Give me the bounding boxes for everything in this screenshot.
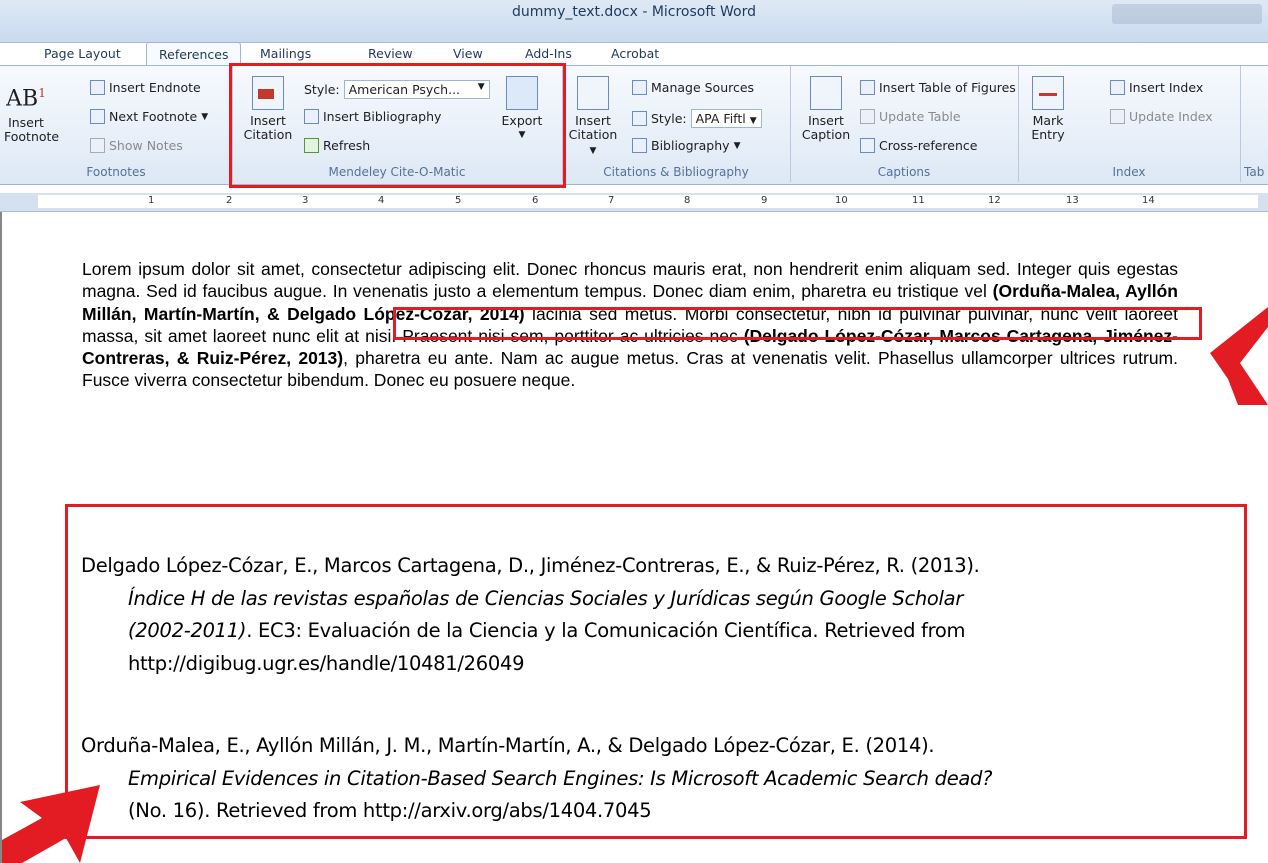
citation-style-dropdown[interactable]: APA Fiftl ▼ bbox=[690, 109, 762, 128]
title-bar: dummy_text.docx - Microsoft Word bbox=[0, 0, 1268, 43]
bibliography-highlight-box bbox=[65, 504, 1247, 839]
cross-reference-icon bbox=[860, 138, 875, 153]
insert-table-of-figures-label: Insert Table of Figures bbox=[879, 80, 1016, 95]
update-table-label: Update Table bbox=[879, 109, 961, 124]
window-controls[interactable] bbox=[1112, 4, 1262, 24]
mendeley-highlight-box bbox=[229, 63, 566, 188]
tab-review[interactable]: Review bbox=[368, 46, 413, 61]
tab-add-ins[interactable]: Add-Ins bbox=[525, 46, 572, 61]
tab-mailings[interactable]: Mailings bbox=[260, 46, 311, 61]
insert-footnote-label-2: Footnote bbox=[4, 129, 60, 144]
insert-endnote-label: Insert Endnote bbox=[109, 80, 201, 95]
endnote-icon bbox=[90, 80, 105, 95]
citations-group: Insert Citation ▼ Manage Sources Style: A… bbox=[562, 66, 791, 182]
mark-entry-label-1: Mark bbox=[1032, 113, 1064, 128]
footnote-ab-icon: AB1 bbox=[6, 86, 46, 112]
update-index-label: Update Index bbox=[1129, 109, 1213, 124]
bibliography-label: Bibliography bbox=[651, 138, 730, 153]
index-group-label: Index bbox=[1112, 165, 1146, 179]
citation-highlight-box bbox=[393, 307, 1202, 340]
ruler-number: 5 bbox=[455, 195, 462, 206]
cross-reference-button[interactable]: Cross-reference bbox=[860, 138, 977, 153]
tab-view[interactable]: View bbox=[453, 46, 483, 61]
ruler-number: 9 bbox=[761, 195, 768, 206]
next-footnote-label: Next Footnote bbox=[109, 109, 198, 124]
ruler-number: 7 bbox=[608, 195, 615, 206]
window-title: dummy_text.docx - Microsoft Word bbox=[512, 4, 756, 20]
chevron-down-icon: ▼ bbox=[749, 116, 757, 126]
ruler-number: 3 bbox=[302, 195, 309, 206]
cross-reference-label: Cross-reference bbox=[879, 138, 978, 153]
ruler-number: 2 bbox=[226, 195, 233, 206]
captions-group: Insert Caption Insert Table of Figures U… bbox=[790, 66, 1019, 182]
insert-footnote-label-1: Insert bbox=[8, 115, 44, 130]
insert-caption-button[interactable]: Insert Caption bbox=[798, 76, 854, 142]
citations-group-label: Citations & Bibliography bbox=[603, 165, 749, 179]
insert-citation-label-2: Citation bbox=[568, 127, 618, 142]
manage-sources-icon bbox=[632, 80, 647, 95]
ruler-number: 14 bbox=[1142, 195, 1155, 206]
mark-entry-button[interactable]: Mark Entry bbox=[1024, 76, 1072, 142]
insert-footnote-button[interactable]: AB1 Insert Footnote bbox=[4, 78, 60, 144]
show-notes-button[interactable]: Show Notes bbox=[90, 138, 183, 153]
table-of-figures-icon bbox=[860, 80, 875, 95]
insert-endnote-button[interactable]: Insert Endnote bbox=[90, 80, 201, 95]
tab-page-layout[interactable]: Page Layout bbox=[44, 46, 121, 61]
show-notes-label: Show Notes bbox=[109, 138, 183, 153]
chevron-down-icon: ▼ bbox=[201, 111, 209, 122]
tab-acrobat[interactable]: Acrobat bbox=[611, 46, 659, 61]
insert-citation-label-1: Insert bbox=[575, 113, 611, 128]
insert-index-label: Insert Index bbox=[1129, 80, 1204, 95]
chevron-down-icon: ▼ bbox=[733, 140, 741, 151]
insert-citation-button[interactable]: Insert Citation ▼ bbox=[566, 76, 620, 158]
bibliography-icon bbox=[632, 138, 647, 153]
ruler-number: 8 bbox=[684, 195, 691, 206]
insert-index-icon bbox=[1110, 80, 1125, 95]
citation-icon bbox=[577, 76, 609, 110]
style-icon bbox=[632, 111, 647, 126]
bibliography-button[interactable]: Bibliography ▼ bbox=[632, 138, 741, 153]
chevron-down-icon: ▼ bbox=[589, 146, 597, 156]
update-table-icon bbox=[860, 109, 875, 124]
ruler-number: 13 bbox=[1066, 195, 1079, 206]
update-index-icon bbox=[1110, 109, 1125, 124]
page-edge bbox=[0, 212, 2, 863]
ruler-number: 1 bbox=[148, 195, 155, 206]
horizontal-ruler: 1 2 3 4 5 6 7 8 9 10 11 12 13 14 bbox=[0, 193, 1268, 212]
index-group: Mark Entry Insert Index Update Index Ind… bbox=[1018, 66, 1241, 182]
red-arrow-icon bbox=[2, 785, 100, 863]
next-footnote-button[interactable]: Next Footnote ▼ bbox=[90, 109, 208, 124]
ruler-number: 12 bbox=[988, 195, 1001, 206]
footnotes-group: AB1 Insert Footnote Insert Endnote Next … bbox=[0, 66, 233, 182]
ruler-number: 11 bbox=[912, 195, 925, 206]
table-group-label: Tab bbox=[1244, 165, 1265, 179]
mark-entry-label-2: Entry bbox=[1031, 127, 1065, 142]
footnotes-group-label: Footnotes bbox=[86, 165, 146, 179]
update-table-button[interactable]: Update Table bbox=[860, 109, 961, 124]
ribbon-tabs: Page Layout References Mailings Review V… bbox=[0, 42, 1268, 68]
insert-caption-label-1: Insert bbox=[808, 113, 844, 128]
captions-group-label: Captions bbox=[877, 165, 931, 179]
update-index-button[interactable]: Update Index bbox=[1110, 109, 1213, 124]
ruler-number: 6 bbox=[532, 195, 539, 206]
citation-style-value: APA Fiftl bbox=[695, 111, 746, 126]
insert-index-button[interactable]: Insert Index bbox=[1110, 80, 1203, 95]
ruler-number: 4 bbox=[378, 195, 385, 206]
ruler-number: 10 bbox=[835, 195, 848, 206]
insert-caption-label-2: Caption bbox=[801, 127, 851, 142]
citation-style-label: Style: bbox=[651, 111, 687, 126]
red-arrow-icon bbox=[1210, 307, 1268, 405]
mark-entry-icon bbox=[1032, 76, 1064, 110]
ribbon: AB1 Insert Footnote Insert Endnote Next … bbox=[0, 65, 1268, 185]
manage-sources-button[interactable]: Manage Sources bbox=[632, 80, 754, 95]
citation-style-select[interactable]: Style: APA Fiftl ▼ bbox=[632, 109, 762, 128]
caption-icon bbox=[810, 76, 842, 110]
manage-sources-label: Manage Sources bbox=[651, 80, 755, 95]
insert-table-of-figures-button[interactable]: Insert Table of Figures bbox=[860, 80, 1016, 95]
next-footnote-icon bbox=[90, 109, 105, 124]
show-notes-icon bbox=[90, 138, 105, 153]
